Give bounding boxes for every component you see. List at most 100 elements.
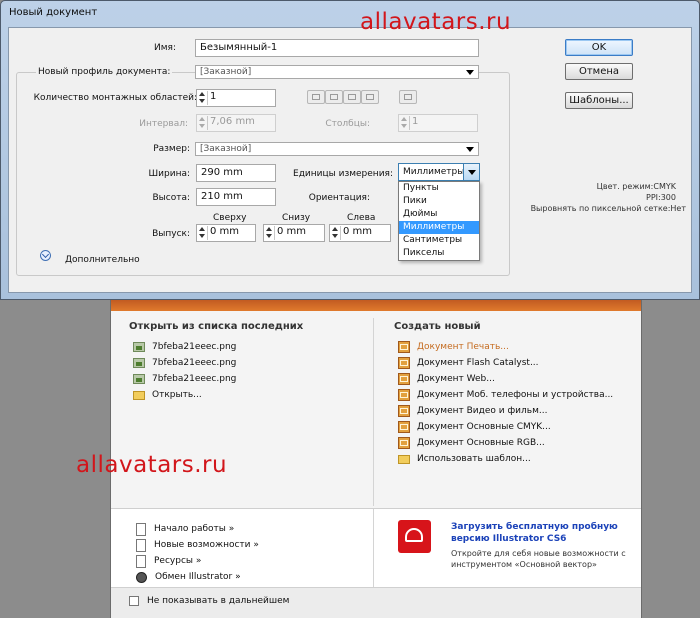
dialog-title: Новый документ xyxy=(9,7,98,18)
column-divider xyxy=(373,318,374,506)
recent-file-item[interactable]: 7bfeba21eeec.png xyxy=(133,355,236,371)
create-print-document[interactable]: Документ Печать... xyxy=(398,339,613,355)
profile-label: Новый профиль документа: xyxy=(36,66,173,78)
units-dropdown-list: Пункты Пики Дюймы Миллиметры Сантиметры … xyxy=(398,181,480,261)
create-video-document[interactable]: Документ Видео и фильм... xyxy=(398,403,613,419)
promo-text-line2: инструментом «Основной вектор» xyxy=(451,560,597,569)
bleed-bottom-stepper[interactable]: 0 mm xyxy=(263,224,325,242)
chevron-down-icon xyxy=(466,147,474,152)
bleed-top-stepper[interactable]: 0 mm xyxy=(196,224,256,242)
ok-button[interactable]: OK xyxy=(565,39,633,56)
promo-title-line1[interactable]: Загрузить бесплатную пробную xyxy=(451,521,626,533)
promo-title-line2[interactable]: версию Illustrator CS6 xyxy=(451,533,626,545)
create-cmyk-document[interactable]: Документ Основные CMYK... xyxy=(398,419,613,435)
png-file-icon xyxy=(133,358,145,368)
dont-show-again-option[interactable]: Не показывать в дальнейшем xyxy=(129,596,289,606)
arrange-row-icon xyxy=(348,94,356,100)
png-file-icon xyxy=(133,374,145,384)
name-label: Имя: xyxy=(154,43,176,53)
promo-block: Загрузить бесплатную пробную версию Illu… xyxy=(451,521,626,570)
stepper-arrows-icon[interactable] xyxy=(198,226,208,240)
stepper-arrows-icon[interactable] xyxy=(198,91,208,105)
artboards-label: Количество монтажных областей: xyxy=(33,93,197,103)
illustrator-exchange-link[interactable]: Обмен Illustrator » xyxy=(136,569,259,585)
whats-new-link[interactable]: Новые возможности » xyxy=(136,537,259,553)
columns-label: Столбцы: xyxy=(325,119,370,129)
create-flash-catalyst-document[interactable]: Документ Flash Catalyst... xyxy=(398,355,613,371)
units-option-picas[interactable]: Пики xyxy=(399,195,479,208)
spacing-stepper: 7,06 mm xyxy=(196,114,276,132)
height-input[interactable]: 210 mm xyxy=(196,188,276,206)
bleed-left-stepper[interactable]: 0 mm xyxy=(329,224,391,242)
chevron-down-icon[interactable] xyxy=(463,164,479,180)
bleed-label: Выпуск: xyxy=(152,229,190,239)
create-mobile-document[interactable]: Документ Моб. телефоны и устройства... xyxy=(398,387,613,403)
units-option-centimeters[interactable]: Сантиметры xyxy=(399,234,479,247)
document-icon xyxy=(136,538,146,552)
recent-file-item[interactable]: 7bfeba21eeec.png xyxy=(133,371,236,387)
units-option-inches[interactable]: Дюймы xyxy=(399,208,479,221)
advanced-label[interactable]: Дополнительно xyxy=(65,254,140,266)
illustrator-document-icon xyxy=(398,373,410,385)
folder-icon xyxy=(133,390,145,400)
width-label: Ширина: xyxy=(148,169,190,179)
illustrator-document-icon xyxy=(398,405,410,417)
size-label: Размер: xyxy=(153,144,190,154)
stepper-arrows-icon[interactable] xyxy=(331,226,341,240)
units-option-millimeters[interactable]: Миллиметры xyxy=(399,221,479,234)
units-label: Единицы измерения: xyxy=(293,169,393,179)
exchange-icon xyxy=(136,571,147,583)
layout-direction-button[interactable] xyxy=(399,90,417,104)
chevron-down-icon xyxy=(466,70,474,75)
recent-files-list: 7bfeba21eeec.png 7bfeba21eeec.png 7bfeba… xyxy=(133,339,236,403)
units-option-pixels[interactable]: Пикселы xyxy=(399,247,479,260)
bottom-divider xyxy=(373,509,374,587)
open-file-link[interactable]: Открыть... xyxy=(133,387,236,403)
arrow-right-icon xyxy=(404,94,412,100)
stepper-arrows-icon xyxy=(400,116,410,130)
stepper-arrows-icon xyxy=(198,116,208,130)
info-pixel-grid: Выровнять по пиксельной сетке:Нет xyxy=(530,204,686,213)
artboards-stepper[interactable]: 1 xyxy=(196,89,276,107)
expand-advanced-icon[interactable] xyxy=(40,250,51,261)
stepper-arrows-icon[interactable] xyxy=(265,226,275,240)
arrange-grid-by-column-button[interactable] xyxy=(325,90,343,104)
illustrator-document-icon xyxy=(398,357,410,369)
arrange-by-column-button[interactable] xyxy=(361,90,379,104)
templates-button[interactable]: Шаблоны... xyxy=(565,92,633,109)
columns-stepper: 1 xyxy=(398,114,478,132)
grid-by-column-icon xyxy=(330,94,338,100)
help-links-list: Начало работы » Новые возможности » Ресу… xyxy=(136,521,259,585)
arrange-grid-by-row-button[interactable] xyxy=(307,90,325,104)
arrange-by-row-button[interactable] xyxy=(343,90,361,104)
getting-started-link[interactable]: Начало работы » xyxy=(136,521,259,537)
width-input[interactable]: 290 mm xyxy=(196,164,276,182)
dont-show-checkbox[interactable] xyxy=(129,596,139,606)
units-option-points[interactable]: Пункты xyxy=(399,182,479,195)
recent-section-title: Открыть из списка последних xyxy=(129,321,304,332)
bleed-bottom-label: Снизу xyxy=(282,213,311,223)
units-select[interactable]: Миллиметры xyxy=(398,163,480,181)
profile-select[interactable]: [Заказной] xyxy=(195,65,479,79)
cancel-button[interactable]: Отмена xyxy=(565,63,633,80)
dont-show-label: Не показывать в дальнейшем xyxy=(147,596,290,606)
promo-text-line1: Откройте для себя новые возможности с xyxy=(451,549,626,558)
resources-link[interactable]: Ресурсы » xyxy=(136,553,259,569)
size-select[interactable]: [Заказной] xyxy=(195,142,479,156)
orientation-label: Ориентация: xyxy=(308,193,370,203)
watermark-top: allavatars.ru xyxy=(360,9,512,35)
create-web-document[interactable]: Документ Web... xyxy=(398,371,613,387)
use-template-link[interactable]: Использовать шаблон... xyxy=(398,451,613,467)
document-icon xyxy=(136,554,146,568)
bleed-left-label: Слева xyxy=(347,213,376,223)
illustrator-document-icon xyxy=(398,437,410,449)
name-input[interactable]: Безымянный-1 xyxy=(195,39,479,57)
folder-icon xyxy=(398,454,410,464)
grid-by-row-icon xyxy=(312,94,320,100)
recent-file-item[interactable]: 7bfeba21eeec.png xyxy=(133,339,236,355)
arrange-column-icon xyxy=(366,94,374,100)
watermark-bottom: allavatars.ru xyxy=(76,452,228,478)
bleed-top-label: Сверху xyxy=(213,213,247,223)
create-rgb-document[interactable]: Документ Основные RGB... xyxy=(398,435,613,451)
height-label: Высота: xyxy=(152,193,190,203)
